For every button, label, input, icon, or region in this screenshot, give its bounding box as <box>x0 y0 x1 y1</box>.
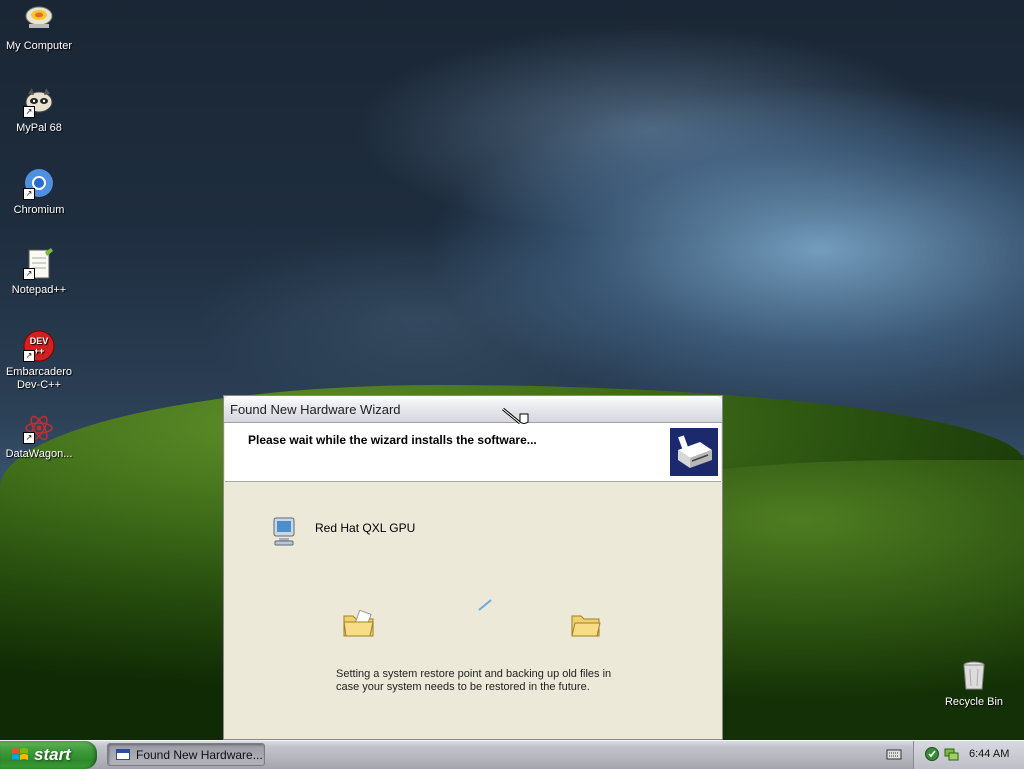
flying-document-icon <box>477 598 493 617</box>
desktop-icon-label: My Computer <box>5 40 73 52</box>
shortcut-arrow-icon: ↗ <box>23 188 35 200</box>
datawagon-atom-icon: ↗ <box>23 412 55 444</box>
desktop-icon-devcpp[interactable]: DEV ++ ↗ Embarcadero Dev-C++ <box>0 330 79 392</box>
taskbar: start Found New Hardware... 6:44 AM <box>0 740 1024 769</box>
window-title: Found New Hardware Wizard <box>230 402 401 417</box>
monitor-device-icon <box>272 516 296 548</box>
start-label: start <box>34 745 71 764</box>
svg-text:DEV: DEV <box>30 336 49 346</box>
taskbar-button-hardware-wizard[interactable]: Found New Hardware... <box>107 743 265 766</box>
devcpp-icon: DEV ++ ↗ <box>23 330 55 362</box>
svg-text:++: ++ <box>34 346 45 356</box>
hardware-install-icon <box>670 428 718 476</box>
mypal-raccoon-icon: ↗ <box>23 86 55 118</box>
hardware-wizard-window[interactable]: Found New Hardware Wizard Please wait wh… <box>223 395 723 740</box>
shortcut-arrow-icon: ↗ <box>23 106 35 118</box>
clock[interactable]: 6:44 AM <box>969 748 1009 760</box>
status-line-1: Setting a system restore point and backi… <box>336 668 612 680</box>
status-message: Setting a system restore point and backi… <box>336 668 626 694</box>
shortcut-arrow-icon: ↗ <box>23 432 35 444</box>
wizard-body: Red Hat QXL GPU Setting a system restore… <box>225 482 721 739</box>
network-icon[interactable] <box>943 746 959 767</box>
system-tray: 6:44 AM <box>913 741 1024 769</box>
window-icon <box>116 749 130 760</box>
desktop-icon-recycle-bin[interactable]: Recycle Bin <box>934 660 1014 709</box>
desktop-icon-my-computer[interactable]: My Computer <box>0 4 79 53</box>
my-computer-icon <box>23 4 55 36</box>
windows-logo-icon <box>11 747 29 763</box>
notepadpp-icon: ↗ <box>23 248 55 280</box>
chromium-icon: ↗ <box>23 168 55 200</box>
desktop-icon-label: Recycle Bin <box>944 696 1004 708</box>
desktop-icon-label: MyPal 68 <box>16 122 62 134</box>
desktop-icon-label-line1: Embarcadero <box>5 366 73 378</box>
busy-cursor-icon <box>502 407 530 431</box>
desktop-icon-label: Chromium <box>13 204 65 216</box>
keyboard-language-icon[interactable] <box>886 747 902 766</box>
desktop-icon-datawagon[interactable]: ↗ DataWagon... <box>0 412 79 461</box>
window-titlebar[interactable]: Found New Hardware Wizard <box>224 396 722 423</box>
desktop-icon-mypal[interactable]: ↗ MyPal 68 <box>0 86 79 135</box>
destination-folder-icon <box>571 612 601 643</box>
status-line-2: case your system needs to be restored in… <box>336 681 590 693</box>
wizard-header-text: Please wait while the wizard installs th… <box>248 433 537 447</box>
shortcut-arrow-icon: ↗ <box>23 268 35 280</box>
start-button[interactable]: start <box>0 741 97 769</box>
desktop-icon-label: DataWagon... <box>5 448 73 460</box>
taskbar-button-label: Found New Hardware... <box>136 748 263 762</box>
wizard-header: Please wait while the wizard installs th… <box>225 423 721 482</box>
device-name: Red Hat QXL GPU <box>315 521 416 535</box>
desktop-icon-notepadpp[interactable]: ↗ Notepad++ <box>0 248 79 297</box>
desktop-icon-label-line2: Dev-C++ <box>16 379 62 391</box>
recycle-bin-icon <box>958 660 990 692</box>
source-folder-icon <box>343 609 375 643</box>
security-shield-icon[interactable] <box>924 746 940 767</box>
desktop-icon-chromium[interactable]: ↗ Chromium <box>0 168 79 217</box>
shortcut-arrow-icon: ↗ <box>23 350 35 362</box>
desktop-icon-label: Notepad++ <box>11 284 67 296</box>
